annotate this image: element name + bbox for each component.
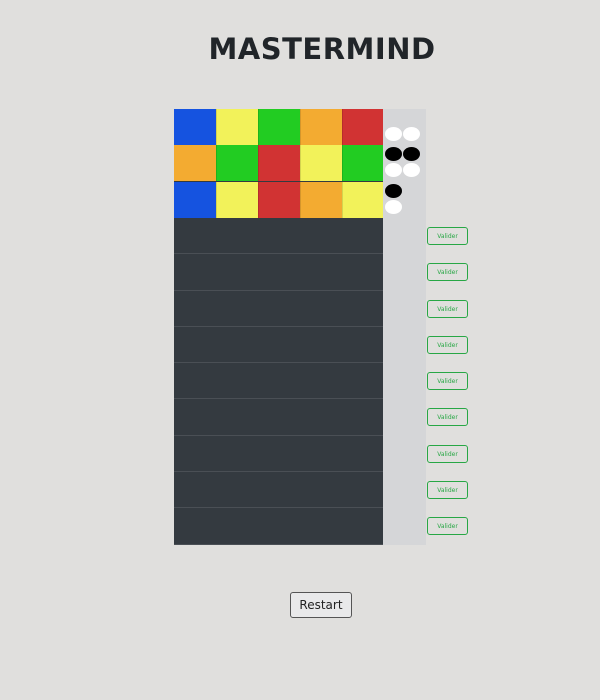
orange-peg (174, 145, 216, 181)
valider-button[interactable]: Valider (427, 481, 468, 499)
yellow-peg (216, 109, 258, 145)
empty-row[interactable] (174, 436, 383, 472)
white-feedback-peg (385, 163, 402, 177)
green-peg (258, 109, 300, 145)
empty-row[interactable] (174, 508, 383, 545)
empty-row[interactable] (174, 254, 383, 291)
guess-grid (174, 109, 383, 545)
valider-button[interactable]: Valider (427, 445, 468, 463)
red-peg (258, 145, 300, 181)
empty-row[interactable] (174, 218, 383, 254)
empty-row[interactable] (174, 327, 383, 363)
valider-button[interactable]: Valider (427, 517, 468, 535)
guess-row (174, 145, 383, 181)
green-peg (342, 145, 383, 181)
blue-peg (174, 182, 216, 218)
yellow-peg (216, 182, 258, 218)
restart-button[interactable]: Restart (290, 592, 352, 618)
valider-button[interactable]: Valider (427, 300, 468, 318)
guess-row (174, 109, 383, 145)
game-title: MASTERMIND (208, 32, 436, 66)
game-board (174, 109, 426, 545)
red-peg (258, 182, 300, 218)
empty-row[interactable] (174, 472, 383, 508)
feedback-pegs (383, 145, 426, 181)
green-peg (216, 145, 258, 181)
valider-button[interactable]: Valider (427, 263, 468, 281)
valider-button[interactable]: Valider (427, 408, 468, 426)
valider-button[interactable]: Valider (427, 372, 468, 390)
yellow-peg (300, 145, 342, 181)
empty-row[interactable] (174, 291, 383, 327)
blue-peg (174, 109, 216, 145)
feedback-pegs (383, 109, 426, 145)
valider-button[interactable]: Valider (427, 227, 468, 245)
yellow-peg (342, 182, 383, 218)
empty-row[interactable] (174, 363, 383, 399)
black-feedback-peg (385, 184, 402, 198)
feedback-pegs (383, 182, 426, 218)
black-feedback-peg (385, 147, 402, 161)
orange-peg (300, 182, 342, 218)
white-feedback-peg (385, 127, 402, 141)
white-feedback-peg (403, 127, 420, 141)
black-feedback-peg (403, 147, 420, 161)
red-peg (342, 109, 383, 145)
white-feedback-peg (403, 163, 420, 177)
empty-row[interactable] (174, 399, 383, 436)
valider-button[interactable]: Valider (427, 336, 468, 354)
orange-peg (300, 109, 342, 145)
white-feedback-peg (385, 200, 402, 214)
guess-row (174, 182, 383, 218)
